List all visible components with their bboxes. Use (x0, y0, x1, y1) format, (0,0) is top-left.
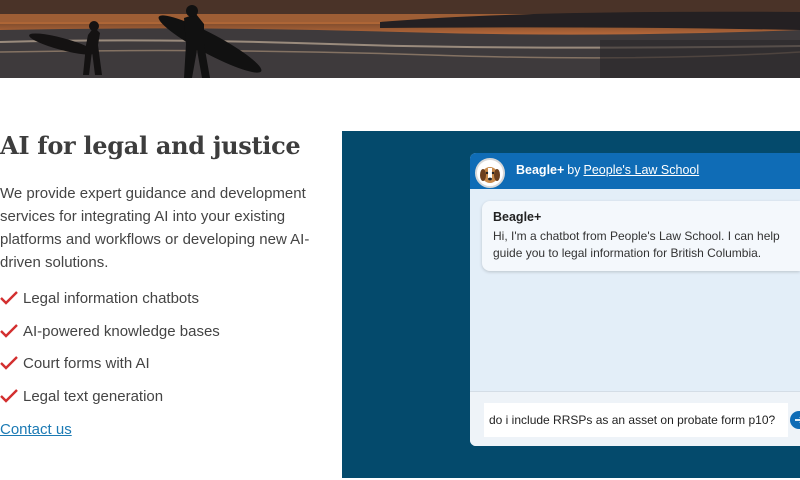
bot-message-bubble: Beagle+ Hi, I'm a chatbot from People's … (482, 201, 800, 271)
message-sender: Beagle+ (493, 210, 542, 224)
chat-header: Beagle+ by People's Law School (470, 153, 800, 189)
feature-label: Court forms with AI (23, 355, 150, 372)
chat-message-input[interactable] (484, 403, 788, 437)
checkmark-icon (0, 323, 18, 338)
surfers-at-sunset-photo (0, 0, 800, 78)
organization-link[interactable]: People's Law School (584, 163, 700, 177)
section-intro: We provide expert guidance and developme… (0, 185, 310, 271)
list-item: AI-powered knowledge bases (0, 322, 220, 355)
feature-list: Legal information chatbots AI-powered kn… (0, 289, 220, 419)
checkmark-icon (0, 388, 18, 403)
send-arrow-icon (795, 417, 800, 423)
list-item: Legal text generation (0, 387, 220, 420)
beagle-avatar-icon (475, 158, 505, 188)
feature-label: AI-powered knowledge bases (23, 322, 220, 340)
chat-widget: Beagle+ by People's Law School Beagle+ Hi,… (470, 153, 800, 446)
message-text: Hi, I'm a chatbot from People's Law Scho… (493, 229, 780, 260)
checkmark-icon (0, 291, 18, 305)
chat-title: Beagle+ by People's Law School (516, 163, 699, 177)
contact-us-link[interactable]: Contact us (0, 421, 72, 438)
chat-input-bar (470, 391, 800, 446)
feature-label: Legal text generation (23, 387, 164, 405)
feature-label: Legal information chatbots (23, 290, 199, 307)
hero-banner (0, 0, 800, 78)
list-item: Court forms with AI (0, 354, 220, 387)
send-button[interactable] (790, 411, 800, 429)
by-text: by (567, 163, 581, 177)
checkmark-icon (0, 356, 18, 370)
bot-name: Beagle+ (516, 163, 565, 177)
section-title: AI for legal and justice (0, 131, 301, 160)
list-item: Legal information chatbots (0, 289, 220, 322)
